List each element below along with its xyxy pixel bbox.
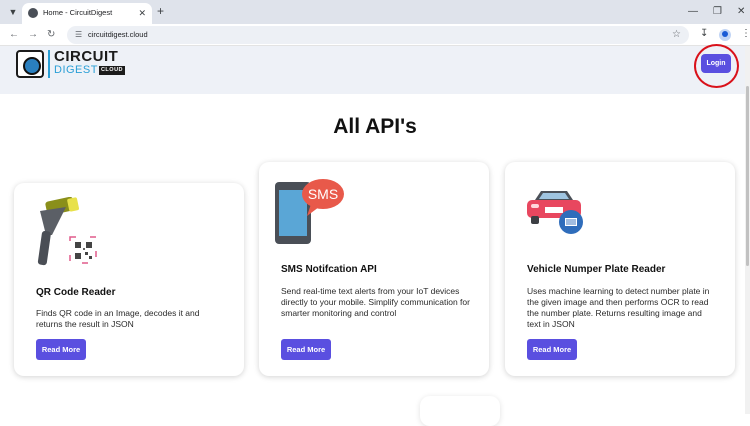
card-description: Send real-time text alerts from your IoT… (281, 286, 470, 318)
page-scrollbar[interactable] (745, 46, 750, 414)
card-title: QR Code Reader (36, 287, 116, 298)
api-card-vehicle-plate-reader: Vehicle Numper Plate Reader Uses machine… (505, 162, 735, 376)
favicon-icon (28, 8, 38, 18)
logo-divider (48, 50, 50, 78)
car-plate-icon (525, 188, 587, 238)
close-icon[interactable]: ✕ (138, 6, 146, 20)
star-icon[interactable]: ☆ (672, 28, 681, 42)
api-card-qr-code-reader: QR Code Reader Finds QR code in an Image… (14, 183, 244, 376)
circuitdigest-logo[interactable]: CIRCUIT DIGEST CLOUD (16, 48, 131, 82)
logo-tag-cloud: CLOUD (98, 65, 126, 75)
restore-icon[interactable]: ❐ (713, 4, 722, 20)
read-more-button[interactable]: Read More (36, 339, 86, 360)
page-title: All API's (333, 115, 417, 138)
chip-logo-icon (16, 50, 44, 78)
tab-title: Home - CircuitDigest (43, 8, 113, 17)
more-vert-icon[interactable]: ⋮ (741, 27, 750, 41)
browser-tab[interactable]: Home - CircuitDigest ✕ (22, 3, 152, 24)
back-arrow-icon[interactable]: ← (9, 28, 19, 42)
logo-text-digest: DIGEST CLOUD (54, 64, 126, 77)
api-card-partial (420, 396, 500, 426)
sms-phone-icon: SMS (273, 176, 345, 248)
logo-text-circuit: CIRCUIT (54, 48, 119, 65)
scrollbar-thumb[interactable] (746, 86, 749, 266)
card-description: Uses machine learning to detect number p… (527, 286, 710, 329)
read-more-button[interactable]: Read More (281, 339, 331, 360)
barcode-scanner-icon (26, 196, 106, 272)
chevron-down-icon[interactable]: ▼ (5, 4, 21, 20)
browser-toolbar: ← → ↻ ☰ circuitdigest.cloud ☆ ↧ ⋮ (0, 24, 750, 46)
card-title: Vehicle Numper Plate Reader (527, 264, 666, 275)
reload-icon[interactable]: ↻ (47, 28, 55, 42)
sms-icon-label: SMS (308, 186, 338, 202)
window-close-icon[interactable]: ✕ (737, 4, 745, 20)
url-text[interactable]: circuitdigest.cloud (88, 29, 148, 41)
forward-arrow-icon[interactable]: → (28, 28, 38, 42)
address-bar[interactable]: ☰ circuitdigest.cloud ☆ (67, 26, 689, 44)
new-tab-button[interactable]: + (157, 3, 164, 19)
profile-icon[interactable] (719, 29, 731, 41)
card-description: Finds QR code in an Image, decodes it an… (36, 308, 200, 329)
download-icon[interactable]: ↧ (700, 27, 708, 41)
logo-text-digest-word: DIGEST (54, 64, 98, 76)
minimize-icon[interactable]: — (688, 4, 698, 20)
card-title: SMS Notifcation API (281, 264, 377, 275)
read-more-button[interactable]: Read More (527, 339, 577, 360)
api-card-sms-notification: SMS SMS Notifcation API Send real-time t… (259, 162, 489, 376)
browser-tab-strip: ▼ Home - CircuitDigest ✕ + — ❐ ✕ (0, 0, 750, 24)
site-header: CIRCUIT DIGEST CLOUD (0, 46, 750, 94)
highlight-circle (694, 44, 739, 88)
site-info-icon[interactable]: ☰ (75, 28, 82, 42)
